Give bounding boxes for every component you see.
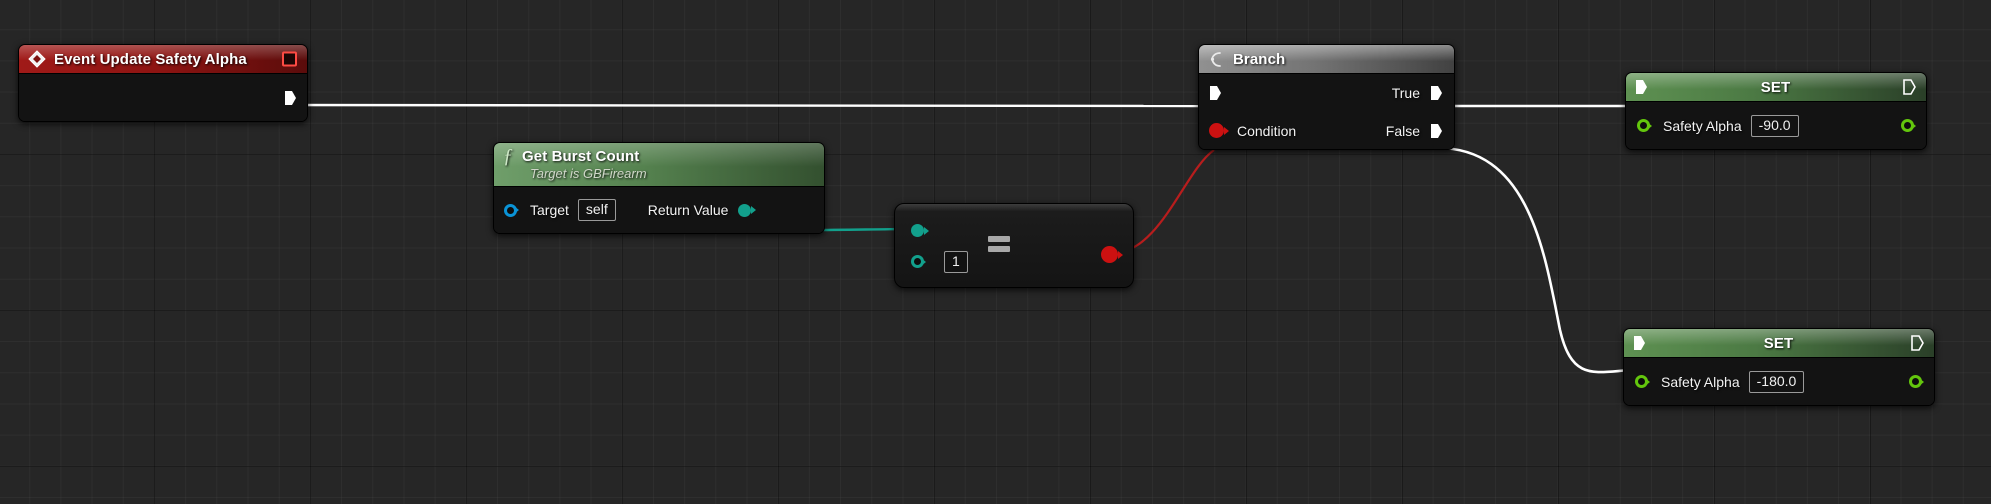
node-branch[interactable]: Branch True Condition False <box>1198 44 1455 150</box>
set-true-property-label: Safety Alpha <box>1663 117 1742 134</box>
get-burst-count-title: Get Burst Count <box>522 147 640 165</box>
node-integer-equals[interactable]: 1 <box>894 203 1134 288</box>
function-f-icon: ƒ <box>503 145 513 167</box>
target-label: Target <box>530 202 569 218</box>
blueprint-graph-canvas[interactable]: Event Update Safety Alpha ƒ Get Burst Co… <box>0 0 1991 504</box>
equals-input-b-value[interactable]: 1 <box>944 251 968 273</box>
set-true-exec-output-pin[interactable] <box>1903 79 1916 95</box>
branch-node-body: True Condition False <box>1199 74 1454 149</box>
equals-node-body: 1 <box>895 204 1133 287</box>
branch-exec-input-pin[interactable] <box>1209 85 1222 101</box>
target-self-value[interactable]: self <box>577 199 616 221</box>
branch-true-label: True <box>1391 85 1420 101</box>
target-input-pin[interactable] <box>504 203 517 217</box>
equals-result-output-pin[interactable] <box>1101 246 1118 263</box>
event-diamond-icon <box>28 50 46 68</box>
event-node-body <box>19 74 307 121</box>
set-true-title: SET <box>1760 78 1791 96</box>
event-node-title: Event Update Safety Alpha <box>54 50 247 68</box>
get-burst-count-header[interactable]: ƒ Get Burst Count Target is GBFirearm <box>494 143 824 187</box>
branch-icon <box>1208 51 1225 68</box>
set-true-body: Safety Alpha -90.0 <box>1626 102 1926 149</box>
branch-true-output-pin[interactable] <box>1430 85 1443 101</box>
delegate-output-pin[interactable] <box>282 51 297 67</box>
set-false-value-field[interactable]: -180.0 <box>1748 370 1805 393</box>
branch-false-label: False <box>1385 122 1420 139</box>
node-set-safety-alpha-true[interactable]: SET Safety Alpha -90.0 <box>1625 72 1927 150</box>
set-true-property-output-pin[interactable] <box>1901 119 1914 132</box>
branch-condition-input-pin[interactable] <box>1209 123 1224 138</box>
set-true-property-input-pin[interactable] <box>1637 119 1650 132</box>
node-set-safety-alpha-false[interactable]: SET Safety Alpha -180.0 <box>1623 328 1935 406</box>
set-true-header[interactable]: SET <box>1626 73 1926 102</box>
set-true-exec-input-pin[interactable] <box>1635 79 1648 95</box>
set-false-property-label: Safety Alpha <box>1661 373 1740 390</box>
get-burst-count-subtitle: Target is GBFirearm <box>530 166 647 181</box>
set-false-property-output-pin[interactable] <box>1909 375 1922 388</box>
set-false-header[interactable]: SET <box>1624 329 1934 358</box>
set-false-exec-input-pin[interactable] <box>1633 335 1646 351</box>
equals-input-a-pin[interactable] <box>911 224 924 237</box>
get-burst-count-body: Target self Return Value <box>494 187 824 233</box>
equals-input-b-pin[interactable] <box>911 255 924 268</box>
node-event-update-safety-alpha[interactable]: Event Update Safety Alpha <box>18 44 308 122</box>
event-node-header[interactable]: Event Update Safety Alpha <box>19 45 307 74</box>
set-false-exec-output-pin[interactable] <box>1911 335 1924 351</box>
set-false-title: SET <box>1763 334 1794 352</box>
node-get-burst-count[interactable]: ƒ Get Burst Count Target is GBFirearm Ta… <box>493 142 825 234</box>
branch-condition-label: Condition <box>1237 122 1297 139</box>
branch-node-header[interactable]: Branch <box>1199 45 1454 74</box>
equals-operator-icon <box>988 236 1010 252</box>
return-value-output-pin[interactable] <box>738 203 752 217</box>
event-exec-output-pin[interactable] <box>284 90 297 106</box>
return-value-label: Return Value <box>647 202 729 218</box>
set-false-property-input-pin[interactable] <box>1635 375 1648 388</box>
branch-false-output-pin[interactable] <box>1430 123 1443 139</box>
set-true-value-field[interactable]: -90.0 <box>1750 114 1799 137</box>
set-false-body: Safety Alpha -180.0 <box>1624 358 1934 405</box>
branch-node-title: Branch <box>1233 50 1286 68</box>
